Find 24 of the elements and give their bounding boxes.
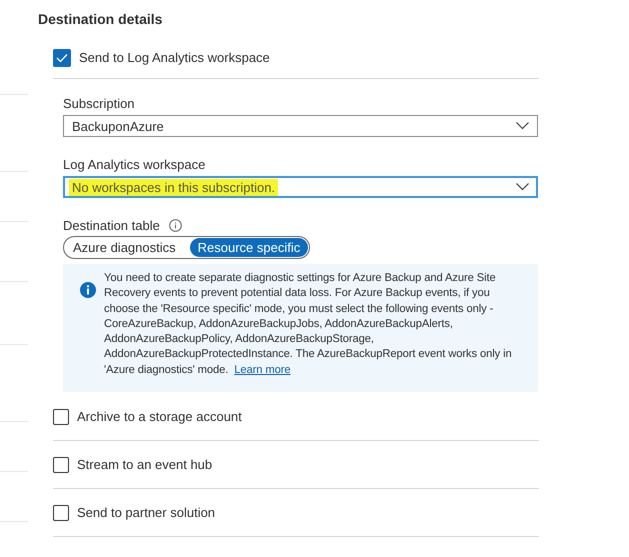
toggle-option[interactable]: Azure diagnostics <box>65 238 184 257</box>
checkbox-label: Stream to an event hub <box>77 457 212 472</box>
learn-more-link[interactable]: Learn more <box>234 364 291 376</box>
info-message: You need to create separate diagnostic settings for Azure Backup and Azure Site Recovery events to prevent potential data loss. For Azure Backup events, if you choose the 'Resource specific' mode, you must select the following events only - CoreAzureBackup, AddonAzureBackupJobs, AddonAzureBackupAlerts, AddonAzureBackupPolicy, AddonAzureBackupStorage, AddonAzureBackupProtectedInstance. The AzureBackupReport event works only in 'Azure diagnostics' mode. Learn more <box>104 271 513 378</box>
checkbox[interactable] <box>53 504 69 521</box>
subscription-dropdown[interactable]: BackuponAzure <box>63 115 538 137</box>
checkmark-icon <box>56 52 68 62</box>
placeholder-text: No workspaces in this subscription. <box>69 178 278 196</box>
field-label: Destination table <box>63 218 160 233</box>
field-label: Subscription <box>63 96 136 111</box>
checkbox[interactable] <box>53 408 69 425</box>
checkbox[interactable] <box>53 48 71 66</box>
checkbox[interactable] <box>53 456 69 473</box>
info-icon[interactable] <box>168 219 182 232</box>
checkbox-label: Send to Log Analytics workspace <box>79 50 270 65</box>
chevron-down-icon <box>516 122 529 130</box>
info-icon <box>80 282 96 298</box>
checkbox-label: Archive to a storage account <box>77 409 242 424</box>
toggle-option[interactable]: Resource specific <box>190 238 308 257</box>
field-label: Log Analytics workspace <box>63 157 206 172</box>
section-heading: Destination details <box>38 11 164 29</box>
workspace-dropdown[interactable]: No workspaces in this subscription. <box>63 176 538 198</box>
checkbox-label: Send to partner solution <box>77 505 216 520</box>
chevron-down-icon <box>516 183 529 191</box>
